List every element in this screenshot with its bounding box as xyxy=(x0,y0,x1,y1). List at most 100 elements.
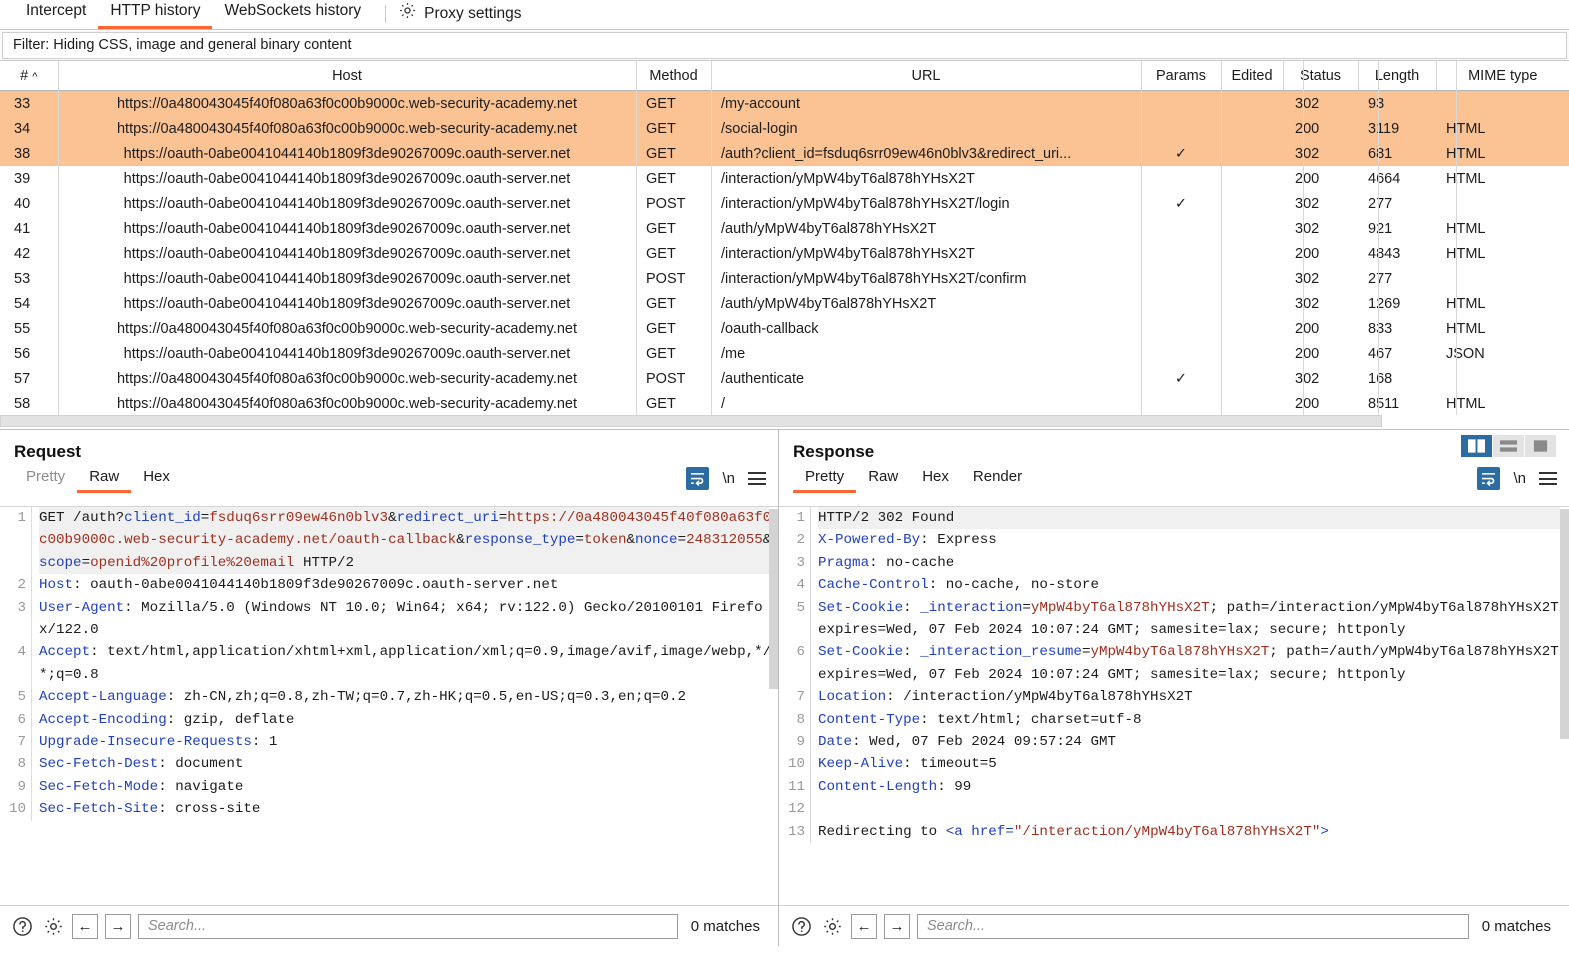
table-row[interactable]: 34https://0a480043045f40f080a63f0c00b900… xyxy=(0,116,1569,141)
code-line: Accept-Encoding: gzip, deflate xyxy=(39,709,778,731)
tab-intercept[interactable]: Intercept xyxy=(14,2,98,29)
column-header-params[interactable]: Params xyxy=(1141,61,1221,91)
response-menu-icon[interactable] xyxy=(1539,472,1557,485)
table-row[interactable]: 33https://0a480043045f40f080a63f0c00b900… xyxy=(0,91,1569,117)
table-row[interactable]: 39https://oauth-0abe0041044140b1809f3de9… xyxy=(0,166,1569,191)
line-number: 1 xyxy=(779,507,805,529)
cell-host: https://oauth-0abe0041044140b1809f3de902… xyxy=(58,266,636,291)
table-horizontal-scrollbar[interactable] xyxy=(0,415,1569,429)
table-row[interactable]: 41https://oauth-0abe0041044140b1809f3de9… xyxy=(0,216,1569,241)
table-row[interactable]: 54https://oauth-0abe0041044140b1809f3de9… xyxy=(0,291,1569,316)
cell-edited xyxy=(1221,191,1283,216)
search-prev-button[interactable]: ← xyxy=(851,914,877,939)
cell-params: ✓ xyxy=(1141,366,1221,391)
request-tab-raw[interactable]: Raw xyxy=(77,468,131,493)
help-icon[interactable] xyxy=(789,914,813,938)
table-row[interactable]: 57https://0a480043045f40f080a63f0c00b900… xyxy=(0,366,1569,391)
column-header-length[interactable]: Length xyxy=(1358,61,1436,91)
search-prev-button[interactable]: ← xyxy=(72,914,98,939)
cell-edited xyxy=(1221,341,1283,366)
table-row[interactable]: 40https://oauth-0abe0041044140b1809f3de9… xyxy=(0,191,1569,216)
cell-params xyxy=(1141,341,1221,366)
cell-params xyxy=(1141,291,1221,316)
response-editor[interactable]: 12345678910111213 HTTP/2 302 FoundX-Powe… xyxy=(779,506,1569,904)
request-search-input[interactable]: Search... xyxy=(138,914,678,939)
column-divider xyxy=(636,61,637,415)
cell-num: 56 xyxy=(0,341,58,366)
request-editor[interactable]: 12345678910 GET /auth?client_id=fsduq6sr… xyxy=(0,506,778,904)
code-line: Cache-Control: no-cache, no-store xyxy=(818,574,1569,596)
response-vertical-scrollbar[interactable] xyxy=(1560,507,1569,904)
request-tab-hex[interactable]: Hex xyxy=(131,468,182,493)
layout-side-by-side-button[interactable] xyxy=(1461,435,1493,457)
request-tab-pretty[interactable]: Pretty xyxy=(14,468,77,493)
cell-method: POST xyxy=(636,366,711,391)
code-line: User-Agent: Mozilla/5.0 (Windows NT 10.0… xyxy=(39,597,778,642)
tab-websockets-history[interactable]: WebSockets history xyxy=(212,2,373,29)
column-header-method[interactable]: Method xyxy=(636,61,711,91)
table-row[interactable]: 53https://oauth-0abe0041044140b1809f3de9… xyxy=(0,266,1569,291)
request-menu-icon[interactable] xyxy=(748,472,766,485)
response-search-input[interactable]: Search... xyxy=(917,914,1469,939)
cell-method: GET xyxy=(636,291,711,316)
column-header-number[interactable]: # ^ xyxy=(0,61,58,91)
search-settings-gear-icon[interactable] xyxy=(820,914,844,938)
cell-method: GET xyxy=(636,341,711,366)
response-tab-pretty[interactable]: Pretty xyxy=(793,468,856,493)
column-header-status[interactable]: Status xyxy=(1283,61,1358,91)
cell-status: 302 xyxy=(1283,266,1358,291)
newline-toggle[interactable]: \n xyxy=(722,470,735,487)
cell-status: 302 xyxy=(1283,216,1358,241)
line-number: 2 xyxy=(779,529,805,551)
table-row[interactable]: 42https://oauth-0abe0041044140b1809f3de9… xyxy=(0,241,1569,266)
request-search-bar: ← → Search... 0 matches xyxy=(0,905,778,946)
table-row[interactable]: 56https://oauth-0abe0041044140b1809f3de9… xyxy=(0,341,1569,366)
cell-params xyxy=(1141,216,1221,241)
column-header-edited[interactable]: Edited xyxy=(1221,61,1283,91)
column-header-url[interactable]: URL xyxy=(711,61,1141,91)
cell-host: https://oauth-0abe0041044140b1809f3de902… xyxy=(58,166,636,191)
code-line: Content-Length: 99 xyxy=(818,776,1569,798)
response-tab-render[interactable]: Render xyxy=(961,468,1034,493)
layout-single-button[interactable] xyxy=(1525,435,1557,457)
table-row[interactable]: 38https://oauth-0abe0041044140b1809f3de9… xyxy=(0,141,1569,166)
tab-divider xyxy=(385,5,386,23)
line-number: 7 xyxy=(0,731,26,753)
line-number: 7 xyxy=(779,686,805,708)
cell-status: 302 xyxy=(1283,91,1358,117)
cell-length: 93 xyxy=(1358,91,1436,117)
newline-toggle[interactable]: \n xyxy=(1513,470,1526,487)
cell-edited xyxy=(1221,291,1283,316)
word-wrap-toggle[interactable] xyxy=(1477,467,1500,490)
table-row[interactable]: 55https://0a480043045f40f080a63f0c00b900… xyxy=(0,316,1569,341)
table-body: 33https://0a480043045f40f080a63f0c00b900… xyxy=(0,91,1569,417)
column-divider xyxy=(1378,61,1379,415)
table-row[interactable]: 58https://0a480043045f40f080a63f0c00b900… xyxy=(0,391,1569,416)
help-icon[interactable] xyxy=(10,914,34,938)
cell-status: 302 xyxy=(1283,366,1358,391)
word-wrap-toggle[interactable] xyxy=(686,467,709,490)
cell-edited xyxy=(1221,266,1283,291)
cell-url: /social-login xyxy=(711,116,1141,141)
request-body-text[interactable]: GET /auth?client_id=fsduq6srr09ew46n0blv… xyxy=(32,507,778,821)
search-settings-gear-icon[interactable] xyxy=(41,914,65,938)
response-body-text[interactable]: HTTP/2 302 FoundX-Powered-By: ExpressPra… xyxy=(811,507,1569,843)
filter-button[interactable]: Filter: Hiding CSS, image and general bi… xyxy=(2,32,1567,59)
proxy-settings-button[interactable]: Proxy settings xyxy=(398,1,521,29)
cell-url: /interaction/yMpW4byT6al878hYHsX2T xyxy=(711,241,1141,266)
search-next-button[interactable]: → xyxy=(105,914,131,939)
search-next-button[interactable]: → xyxy=(884,914,910,939)
code-line: Location: /interaction/yMpW4byT6al878hYH… xyxy=(818,686,1569,708)
response-match-count: 0 matches xyxy=(1476,918,1559,935)
line-number: 8 xyxy=(0,753,26,775)
tab-http-history[interactable]: HTTP history xyxy=(98,2,212,29)
cell-host: https://oauth-0abe0041044140b1809f3de902… xyxy=(58,191,636,216)
response-tab-raw[interactable]: Raw xyxy=(856,468,910,493)
scrollbar-thumb[interactable] xyxy=(0,415,1382,427)
layout-stacked-button[interactable] xyxy=(1493,435,1525,457)
code-line: Sec-Fetch-Dest: document xyxy=(39,753,778,775)
cell-length: 467 xyxy=(1358,341,1436,366)
response-tab-hex[interactable]: Hex xyxy=(910,468,961,493)
column-header-host[interactable]: Host xyxy=(58,61,636,91)
request-vertical-scrollbar[interactable] xyxy=(769,507,778,904)
